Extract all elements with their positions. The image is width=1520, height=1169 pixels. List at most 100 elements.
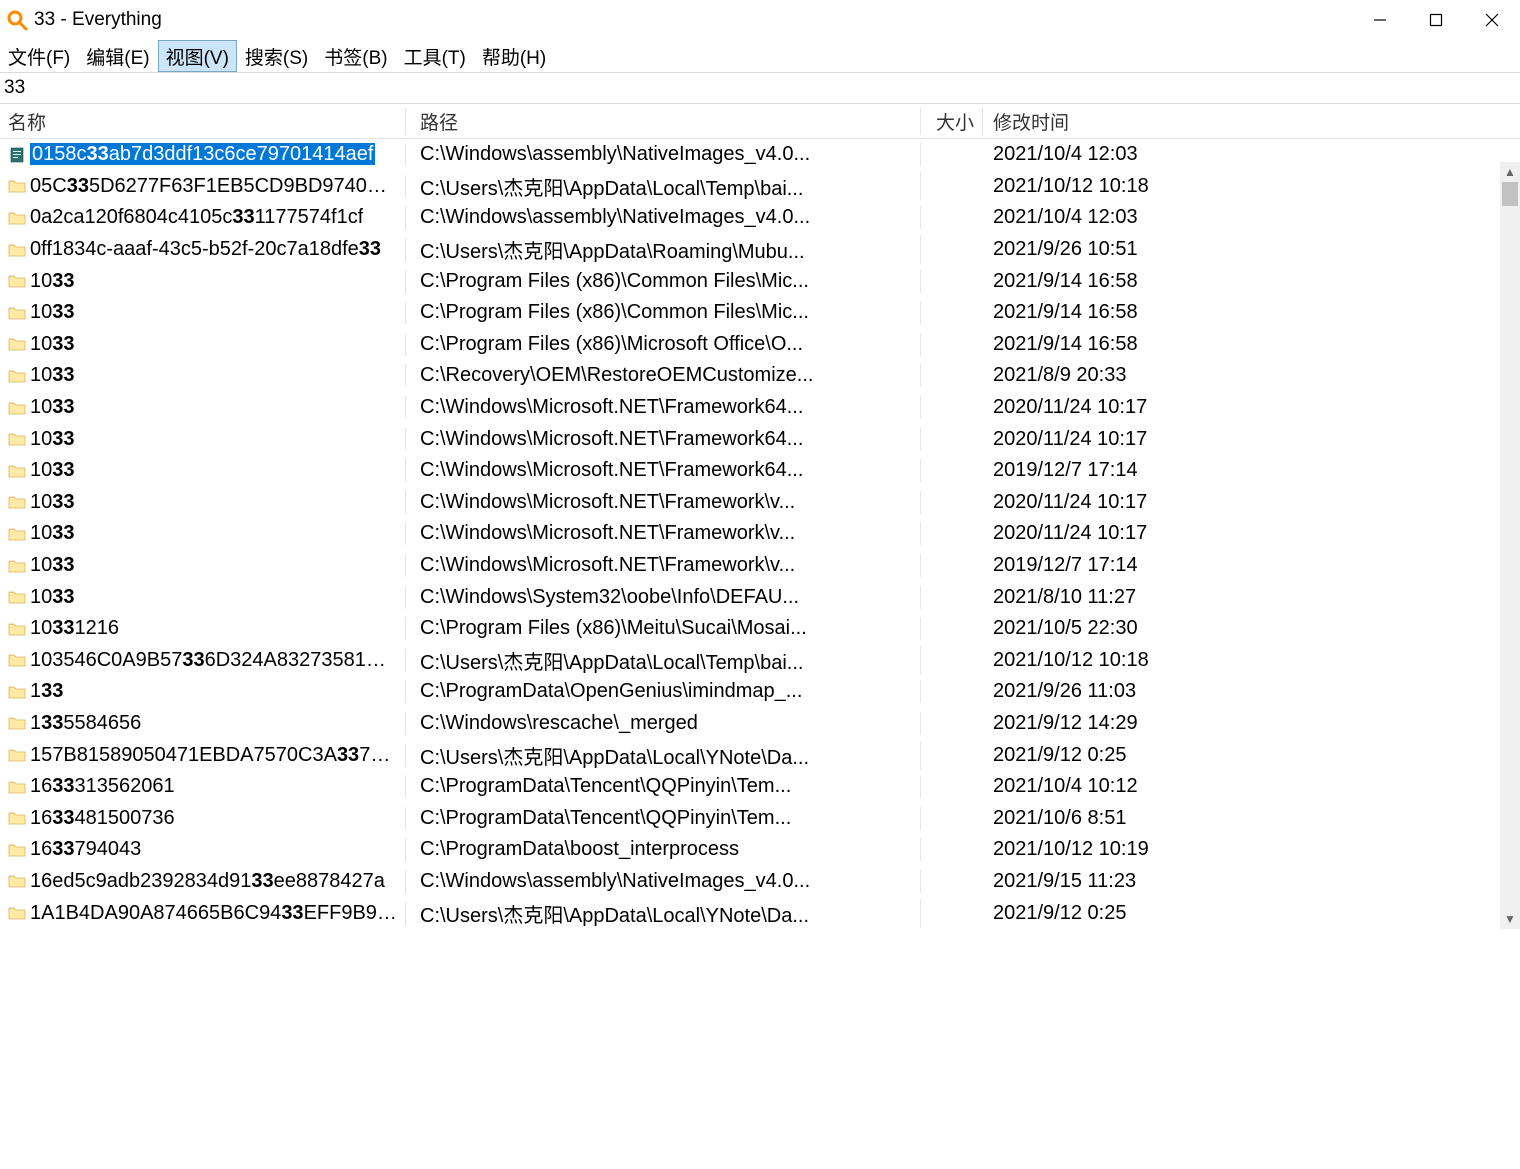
file-modified: 2021/9/14 16:58 <box>983 333 1520 356</box>
file-name: 10331216 <box>30 617 119 640</box>
file-name: 1633481500736 <box>30 807 175 830</box>
file-name: 133 <box>30 680 63 703</box>
menu-bar: 文件(F)编辑(E)视图(V)搜索(S)书签(B)工具(T)帮助(H) <box>0 40 1520 72</box>
file-modified: 2021/8/10 11:27 <box>983 586 1520 609</box>
scroll-down-icon[interactable]: ▼ <box>1500 909 1520 929</box>
file-path: C:\ProgramData\OpenGenius\imindmap_... <box>406 680 921 703</box>
result-row[interactable]: 16ed5c9adb2392834d9133ee8878427a C:\Windo… <box>0 866 1520 898</box>
file-modified: 2020/11/24 10:17 <box>983 428 1520 451</box>
file-modified: 2020/11/24 10:17 <box>983 396 1520 419</box>
file-name: 1633313562061 <box>30 775 175 798</box>
menu-item-6[interactable]: 帮助(H) <box>474 40 554 72</box>
file-name: 1033 <box>30 459 75 482</box>
file-name: 1033 <box>30 270 75 293</box>
scroll-thumb[interactable] <box>1502 182 1518 206</box>
close-button[interactable] <box>1464 0 1520 40</box>
file-name: 1033 <box>30 396 75 419</box>
result-row[interactable]: 1033C:\Windows\Microsoft.NET\Framework\v… <box>0 487 1520 519</box>
file-name: 1335584656 <box>30 712 141 735</box>
file-path: C:\Users\杰克阳\AppData\Local\Temp\bai... <box>406 172 921 201</box>
file-name: 1033 <box>30 522 75 545</box>
file-name: 0a2ca120f6804c4105c331177574f1cf <box>30 206 363 229</box>
result-row[interactable]: 1633481500736 C:\ProgramData\Tencent\QQPi… <box>0 802 1520 834</box>
folder-icon <box>8 715 26 731</box>
scroll-up-icon[interactable]: ▲ <box>1500 162 1520 182</box>
result-row[interactable]: 1033C:\Program Files (x86)\Common Files\… <box>0 265 1520 297</box>
file-path: C:\Program Files (x86)\Microsoft Office\… <box>406 333 921 356</box>
file-modified: 2021/9/15 11:23 <box>983 870 1520 893</box>
result-row[interactable]: 0ff1834c-aaaf-43c5-b52f-20c7a18dfe33C:\U… <box>0 234 1520 266</box>
file-modified: 2021/10/4 12:03 <box>983 206 1520 229</box>
result-row[interactable]: 1033C:\Program Files (x86)\Common Files\… <box>0 297 1520 329</box>
file-modified: 2020/11/24 10:17 <box>983 491 1520 514</box>
column-header-name[interactable]: 名称 <box>0 108 406 135</box>
file-name: 103546C0A9B57336D324A83273581C54B8 <box>30 649 397 672</box>
folder-icon <box>8 810 26 826</box>
results-list: 0158c33ab7d3ddf13c6ce79701414aefC:\Windo… <box>0 139 1520 929</box>
folder-icon <box>8 305 26 321</box>
file-modified: 2021/8/9 20:33 <box>983 364 1520 387</box>
column-header-modified[interactable]: 修改时间 <box>983 108 1520 135</box>
result-row[interactable]: 157B81589050471EBDA7570C3A337525C:\Users… <box>0 739 1520 771</box>
menu-item-4[interactable]: 书签(B) <box>316 40 395 72</box>
menu-item-5[interactable]: 工具(T) <box>396 40 474 72</box>
result-row[interactable]: 1033 C:\Program Files (x86)\Microsoft Off… <box>0 329 1520 361</box>
file-path: C:\Windows\Microsoft.NET\Framework64... <box>406 396 921 419</box>
folder-icon <box>8 463 26 479</box>
file-modified: 2021/9/26 10:51 <box>983 238 1520 261</box>
file-path: C:\ProgramData\Tencent\QQPinyin\Tem... <box>406 807 921 830</box>
file-modified: 2019/12/7 17:14 <box>983 554 1520 577</box>
file-name: 16ed5c9adb2392834d9133ee8878427a <box>30 870 385 893</box>
result-row[interactable]: 1633313562061C:\ProgramData\Tencent\QQPi… <box>0 771 1520 803</box>
result-row[interactable]: 05C335D6277F63F1EB5CD9BD9740303B67E399C3… <box>0 171 1520 203</box>
file-modified: 2021/10/5 22:30 <box>983 617 1520 640</box>
file-name: 1033 <box>30 333 75 356</box>
result-row[interactable]: 1033C:\Windows\System32\oobe\Info\DEFAU.… <box>0 581 1520 613</box>
result-row[interactable]: 1335584656C:\Windows\rescache\_merged202… <box>0 708 1520 740</box>
result-row[interactable]: 1033C:\Windows\Microsoft.NET\Framework\v… <box>0 518 1520 550</box>
folder-icon <box>8 494 26 510</box>
vertical-scrollbar[interactable]: ▲ ▼ <box>1500 162 1520 929</box>
file-path: C:\Users\杰克阳\AppData\Local\YNote\Da... <box>406 741 921 770</box>
file-path: C:\Program Files (x86)\Common Files\Mic.… <box>406 301 921 324</box>
result-row[interactable]: 0a2ca120f6804c4105c331177574f1cf C:\Windo… <box>0 202 1520 234</box>
folder-icon <box>8 873 26 889</box>
result-row[interactable]: 10331216C:\Program Files (x86)\Meitu\Suc… <box>0 613 1520 645</box>
file-path: C:\Windows\Microsoft.NET\Framework\v... <box>406 554 921 577</box>
file-modified: 2021/10/12 10:18 <box>983 175 1520 198</box>
result-row[interactable]: 103546C0A9B57336D324A83273581C54B8C:\Use… <box>0 645 1520 677</box>
file-path: C:\Windows\assembly\NativeImages_v4.0... <box>406 206 921 229</box>
result-row[interactable]: 1A1B4DA90A874665B6C9433EFF9B974BC:\Users… <box>0 897 1520 929</box>
folder-icon <box>8 526 26 542</box>
minimize-button[interactable] <box>1352 0 1408 40</box>
search-input[interactable] <box>0 73 1520 103</box>
file-name: 1033 <box>30 491 75 514</box>
result-row[interactable]: 1033 C:\Windows\Microsoft.NET\Framework64… <box>0 392 1520 424</box>
result-row[interactable]: 1033 C:\Windows\Microsoft.NET\Framework64… <box>0 455 1520 487</box>
file-modified: 2021/9/14 16:58 <box>983 270 1520 293</box>
result-row[interactable]: 1033C:\Windows\Microsoft.NET\Framework64… <box>0 423 1520 455</box>
result-row[interactable]: 0158c33ab7d3ddf13c6ce79701414aefC:\Windo… <box>0 139 1520 171</box>
file-name: 1033 <box>30 554 75 577</box>
menu-item-2[interactable]: 视图(V) <box>158 40 237 72</box>
column-header-size[interactable]: 大小 <box>921 108 983 135</box>
menu-item-0[interactable]: 文件(F) <box>0 40 78 72</box>
result-row[interactable]: 1033C:\Recovery\OEM\RestoreOEMCustomize.… <box>0 360 1520 392</box>
file-modified: 2021/10/6 8:51 <box>983 807 1520 830</box>
folder-icon <box>8 400 26 416</box>
result-row[interactable]: 1033 C:\Windows\Microsoft.NET\Framework\v… <box>0 550 1520 582</box>
file-modified: 2021/9/12 0:25 <box>983 744 1520 767</box>
menu-item-1[interactable]: 编辑(E) <box>78 40 157 72</box>
result-row[interactable]: 1633794043C:\ProgramData\boost_interproc… <box>0 834 1520 866</box>
folder-icon <box>8 779 26 795</box>
maximize-button[interactable] <box>1408 0 1464 40</box>
file-modified: 2021/9/12 0:25 <box>983 902 1520 925</box>
column-header-path[interactable]: 路径 <box>406 108 921 135</box>
result-row[interactable]: 133 C:\ProgramData\OpenGenius\imindmap_..… <box>0 676 1520 708</box>
menu-item-3[interactable]: 搜索(S) <box>237 40 316 72</box>
file-path: C:\Windows\Microsoft.NET\Framework64... <box>406 459 921 482</box>
app-icon <box>6 9 28 31</box>
search-bar <box>0 72 1520 104</box>
file-path: C:\ProgramData\boost_interprocess <box>406 838 921 861</box>
file-path: C:\Windows\assembly\NativeImages_v4.0... <box>406 870 921 893</box>
